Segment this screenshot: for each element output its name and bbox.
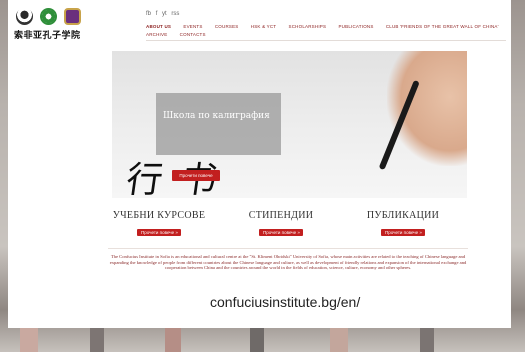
nav-row-secondary: Archive Contacts <box>146 31 506 39</box>
nav-item-courses[interactable]: Courses <box>215 24 239 29</box>
feature-scholarships: СТИПЕНДИИ Прочети повече » <box>216 210 346 239</box>
nav-item-about[interactable]: About us <box>146 24 171 29</box>
nav-item-hsk[interactable]: Hsk & Yct <box>251 24 276 29</box>
nav-item-publications[interactable]: Publications <box>338 24 373 29</box>
social-links: fb f yt rss <box>146 11 182 17</box>
feature-publications: ПУБЛИКАЦИИ Прочети повече » <box>338 210 468 239</box>
facebook-icon[interactable]: f <box>156 11 158 17</box>
scholarships-read-more-button[interactable]: Прочети повече » <box>259 229 303 236</box>
site-header: 索非亚孔子学院 fb f yt rss About us Events Cour… <box>8 0 511 44</box>
website-screenshot: 索非亚孔子学院 fb f yt rss About us Events Cour… <box>8 0 511 328</box>
nav-item-archive[interactable]: Archive <box>146 32 167 37</box>
feature-title: СТИПЕНДИИ <box>248 210 314 221</box>
logo-text: 索非亚孔子学院 <box>14 31 81 41</box>
caption-url: confuciusinstitute.bg/en/ <box>210 294 361 310</box>
hero-read-more-button[interactable]: Прочети повече <box>172 170 220 181</box>
nav-item-scholarships[interactable]: Scholarships <box>289 24 327 29</box>
courses-read-more-button[interactable]: Прочети повече » <box>137 229 181 236</box>
hero-caption-box: Школа по калиграфия Прочети повече <box>156 93 281 181</box>
nav-item-contacts[interactable]: Contacts <box>180 32 206 37</box>
nav-row-primary: About us Events Courses Hsk & Yct Schola… <box>146 23 506 31</box>
nav-divider <box>146 40 506 41</box>
university-emblem-icon <box>40 8 57 25</box>
hero-banner: 行书 Школа по калиграфия Прочети повече <box>112 51 467 198</box>
rss-icon[interactable]: rss <box>171 11 179 17</box>
hero-caption-title: Школа по калиграфия <box>163 111 270 121</box>
nav-item-club[interactable]: Club 'Friends of the Great Wall of China… <box>386 24 499 29</box>
youtube-icon[interactable]: yt <box>162 11 167 17</box>
intro-paragraph: The Confucius Institute in Sofia is an e… <box>109 254 467 271</box>
feature-title: УЧЕБНИ КУРСОВЕ <box>112 210 206 221</box>
institute-emblem-icon <box>16 8 33 25</box>
hand-image <box>387 51 467 166</box>
feature-courses: УЧЕБНИ КУРСОВЕ Прочети повече » <box>94 210 224 239</box>
logo-group[interactable]: 索非亚孔子学院 <box>14 8 124 41</box>
hanban-emblem-icon <box>64 8 81 25</box>
content-divider <box>108 248 468 249</box>
social-icon[interactable]: fb <box>146 11 151 17</box>
nav-item-events[interactable]: Events <box>183 24 202 29</box>
main-nav: About us Events Courses Hsk & Yct Schola… <box>146 23 506 39</box>
feature-title: ПУБЛИКАЦИИ <box>366 210 440 221</box>
publications-read-more-button[interactable]: Прочети повече » <box>381 229 425 236</box>
